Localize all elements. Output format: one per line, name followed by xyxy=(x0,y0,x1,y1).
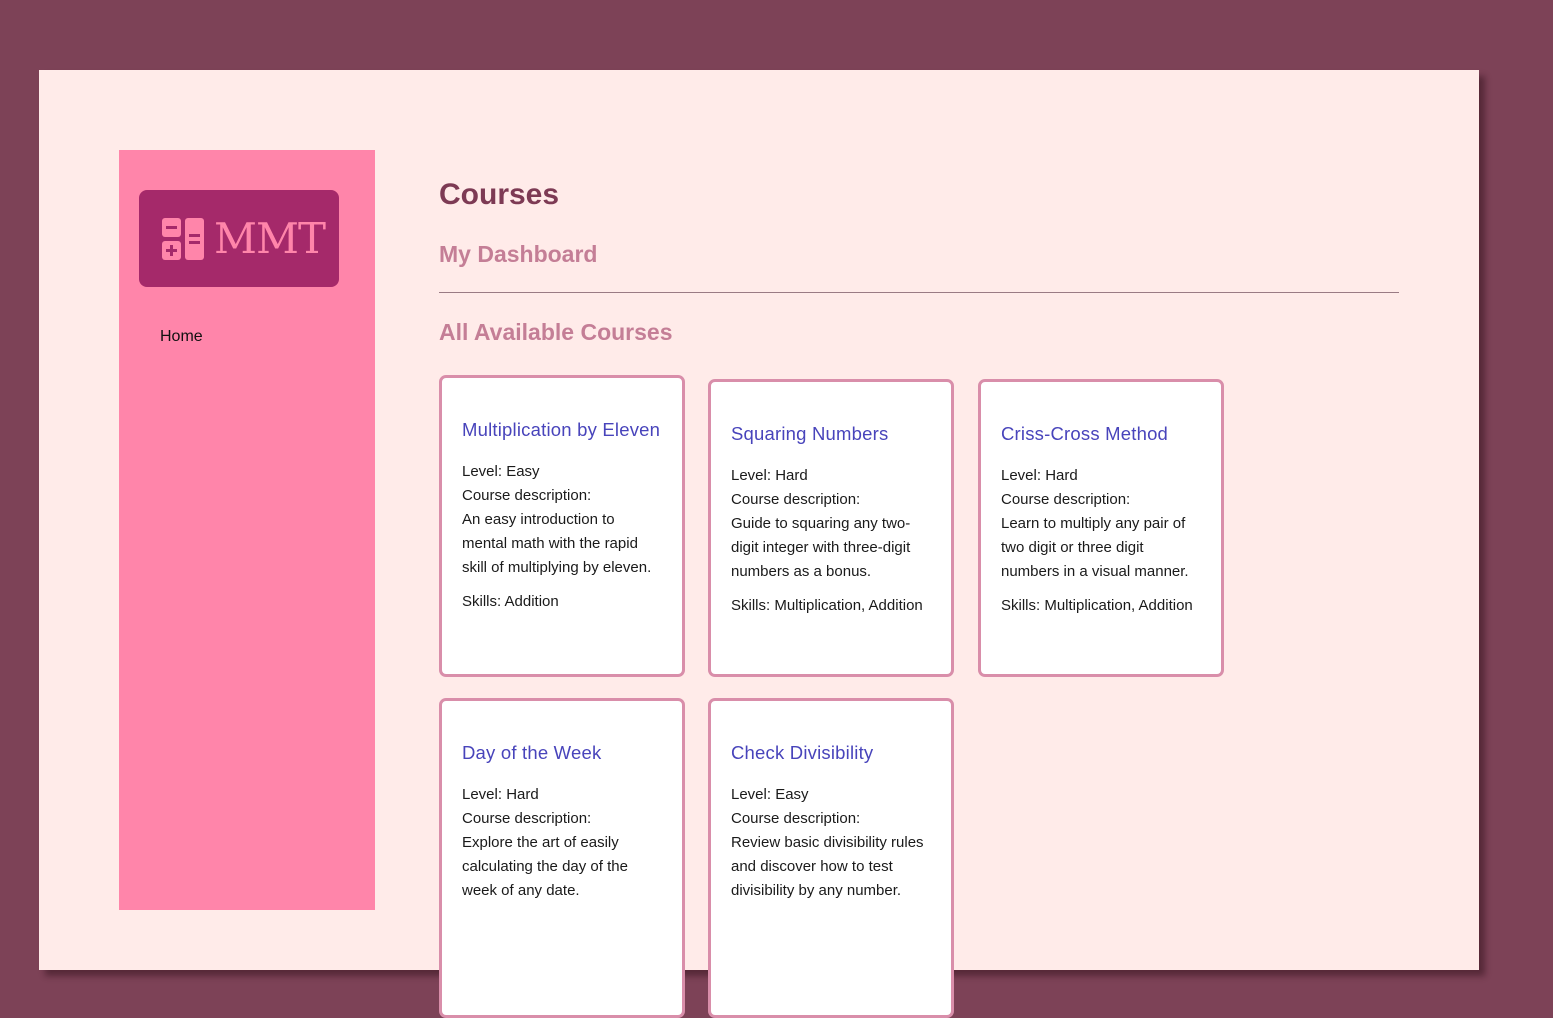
course-card[interactable]: Criss-Cross Method Level: Hard Course de… xyxy=(978,379,1224,677)
course-description-label: Course description: xyxy=(731,810,861,827)
section-divider xyxy=(439,292,1399,293)
course-description-label: Course description: xyxy=(462,810,592,827)
course-title[interactable]: Squaring Numbers xyxy=(731,420,931,448)
course-card[interactable]: Squaring Numbers Level: Hard Course desc… xyxy=(708,379,954,677)
course-level: Level: Hard xyxy=(1001,467,1078,484)
calculator-icon xyxy=(162,217,204,260)
course-description-label: Course description: xyxy=(731,491,861,508)
course-skills: Skills: Multiplication, Addition xyxy=(731,597,923,614)
main-content: Courses My Dashboard All Available Cours… xyxy=(439,177,1399,1018)
course-card[interactable]: Day of the Week Level: Hard Course descr… xyxy=(439,698,685,1018)
course-description-label: Course description: xyxy=(1001,491,1131,508)
course-level: Level: Easy xyxy=(462,463,540,480)
logo[interactable]: MMT xyxy=(139,190,339,287)
dashboard-heading: My Dashboard xyxy=(439,241,598,267)
nav-home-link[interactable]: Home xyxy=(160,328,203,346)
course-title[interactable]: Criss-Cross Method xyxy=(1001,420,1201,448)
course-card[interactable]: Multiplication by Eleven Level: Easy Cou… xyxy=(439,375,685,677)
sidebar: MMT Home xyxy=(119,150,375,910)
course-skills: Skills: Addition xyxy=(462,593,559,610)
course-description: Learn to multiply any pair of two digit … xyxy=(1001,515,1189,580)
course-description: Guide to squaring any two-digit integer … xyxy=(731,515,911,580)
page-title: Courses xyxy=(439,178,560,211)
available-courses-heading: All Available Courses xyxy=(439,319,673,345)
course-title[interactable]: Day of the Week xyxy=(462,739,662,767)
course-description-label: Course description: xyxy=(462,487,592,504)
course-description: An easy introduction to mental math with… xyxy=(462,511,652,576)
logo-text: MMT xyxy=(214,213,326,263)
course-card[interactable]: Check Divisibility Level: Easy Course de… xyxy=(708,698,954,1018)
course-level: Level: Easy xyxy=(731,786,809,803)
page-container: MMT Home Courses My Dashboard All Availa… xyxy=(39,70,1479,1018)
course-description: Explore the art of easily calculating th… xyxy=(462,834,628,899)
course-level: Level: Hard xyxy=(462,786,539,803)
course-description: Review basic divisibility rules and disc… xyxy=(731,834,924,899)
course-title[interactable]: Multiplication by Eleven xyxy=(462,416,662,444)
course-skills: Skills: Multiplication, Addition xyxy=(1001,597,1193,614)
course-level: Level: Hard xyxy=(731,467,808,484)
course-title[interactable]: Check Divisibility xyxy=(731,739,931,767)
